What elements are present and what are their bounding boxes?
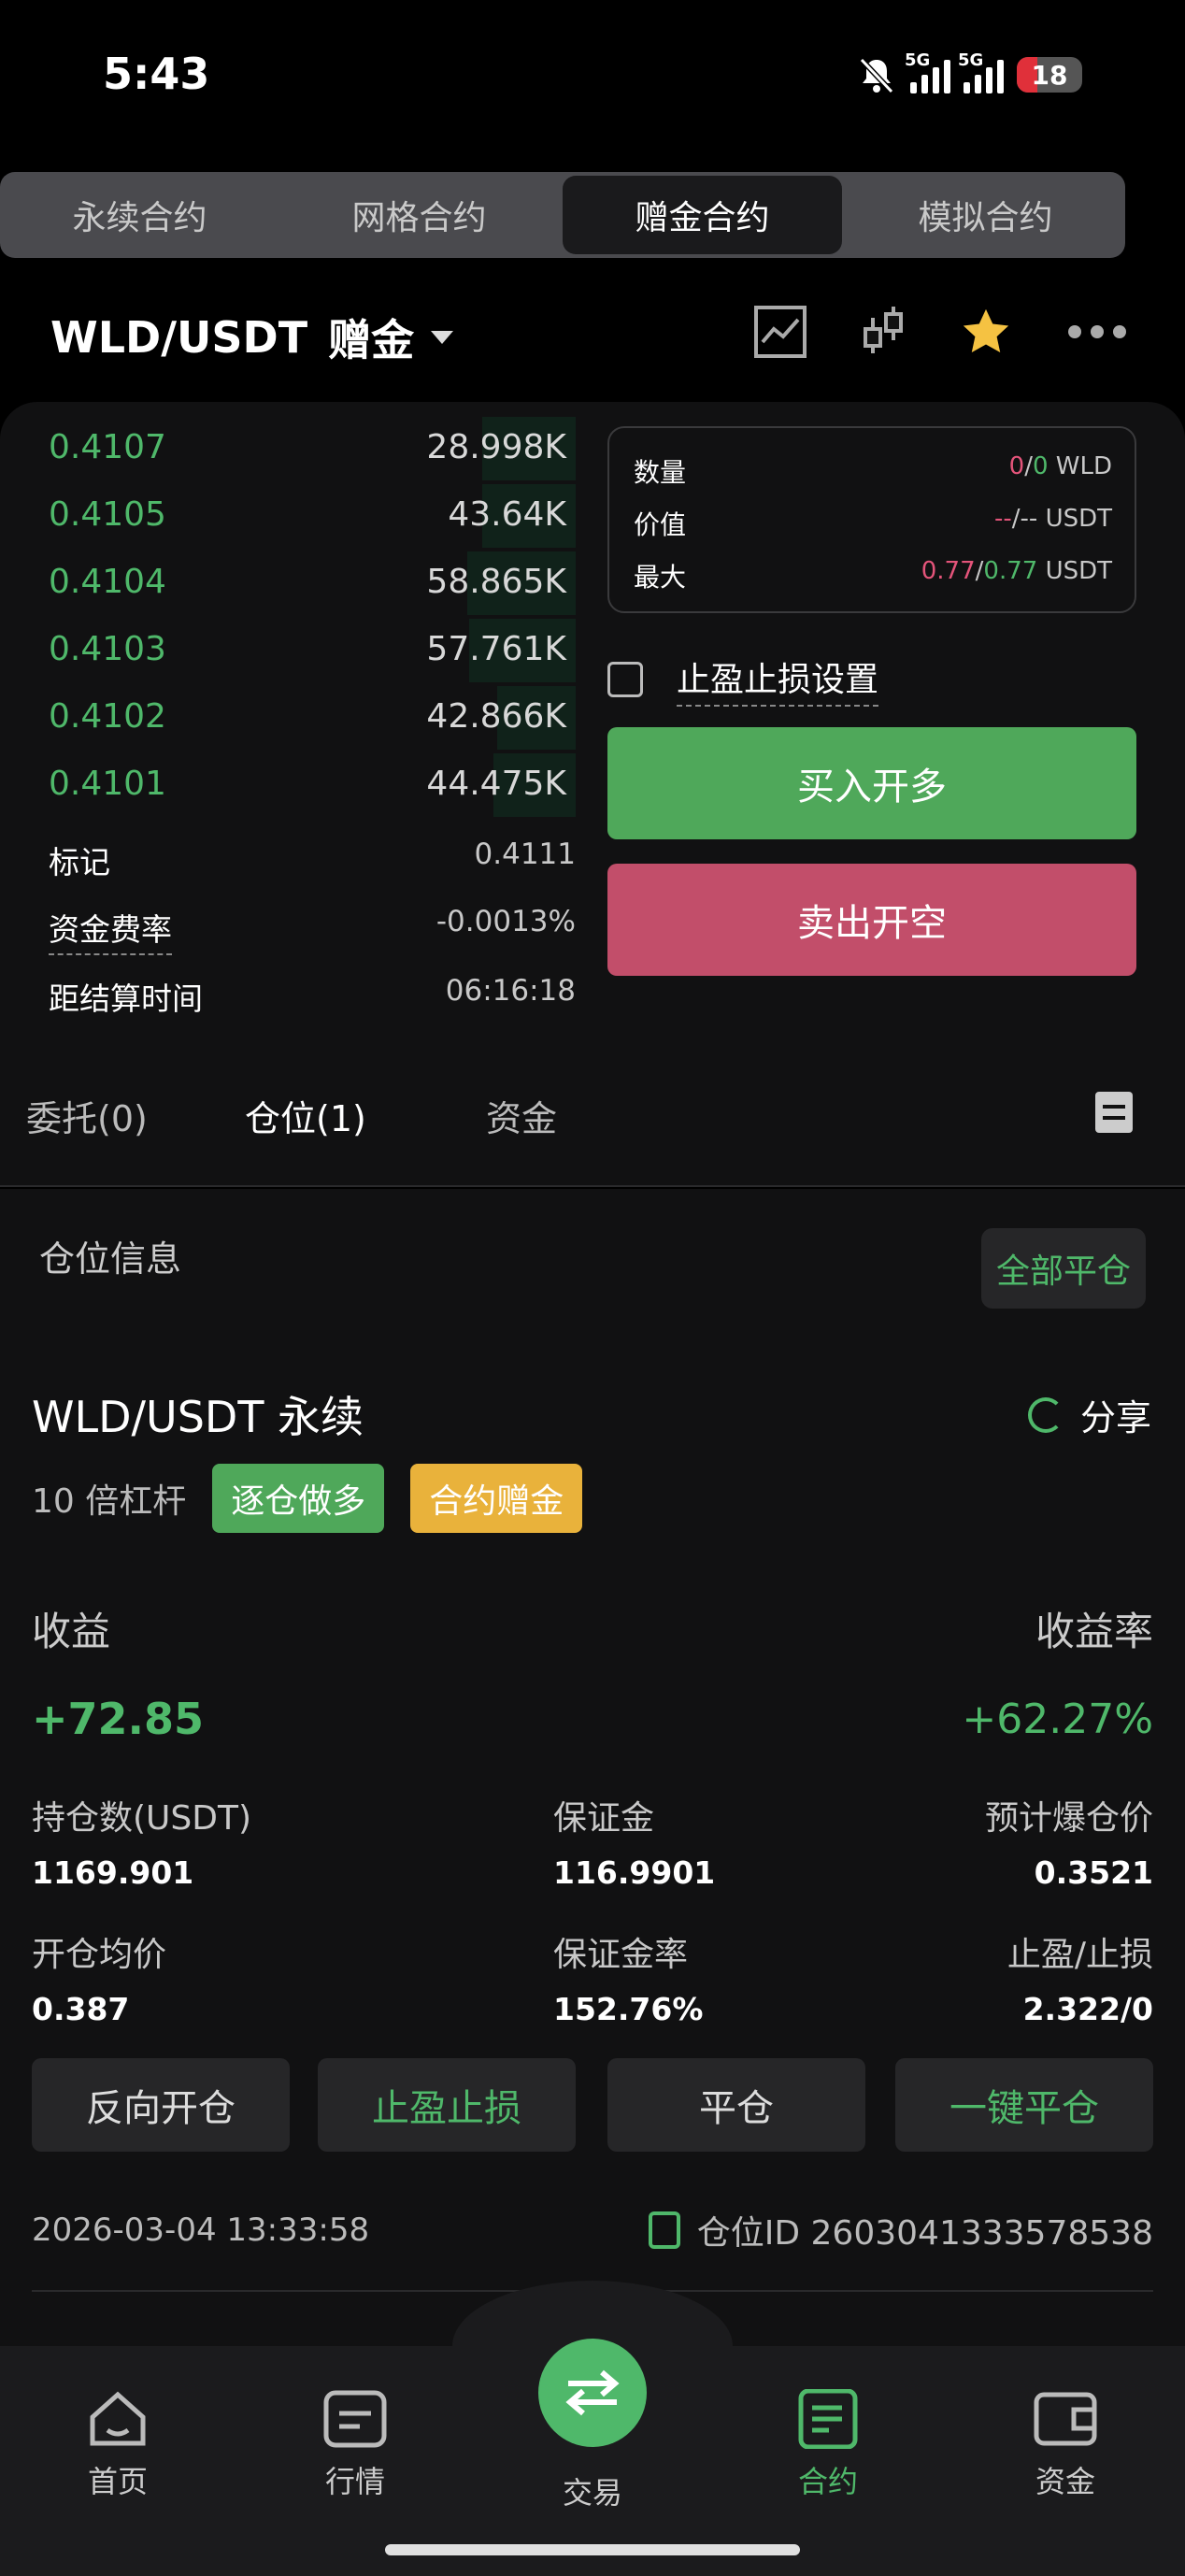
- settle-time-row: 距结算时间 06:16:18: [49, 974, 576, 1017]
- wallet-icon: [1034, 2392, 1097, 2446]
- more-icon[interactable]: [1065, 322, 1129, 341]
- position-name: WLD/USDT 永续: [32, 1392, 364, 1442]
- margin-rate-value: 152.76%: [553, 1991, 704, 2027]
- orderbook-row[interactable]: 0.4102 42.866K: [0, 684, 576, 751]
- entry-price-label: 开仓均价: [32, 1936, 167, 1974]
- tab-orders[interactable]: 委托(0): [26, 1090, 148, 1141]
- nav-trade-label[interactable]: 交易: [523, 2469, 662, 2512]
- position-tabs: 委托(0) 仓位(1) 资金: [0, 1019, 1185, 1187]
- reverse-open-button[interactable]: 反向开仓: [32, 2058, 290, 2152]
- swap-arrows-icon: [565, 2369, 620, 2416]
- orderbook-row[interactable]: 0.4103 57.761K: [0, 617, 576, 684]
- size-value: 1169.901: [32, 1854, 194, 1891]
- list-icon[interactable]: [1095, 1092, 1133, 1133]
- liq-price-label: 预计爆仓价: [984, 1799, 1153, 1838]
- orderbook-row[interactable]: 0.4107 28.998K: [0, 415, 576, 482]
- pnl-label: 收益: [32, 1609, 111, 1654]
- buy-long-button[interactable]: 买入开多: [607, 727, 1136, 839]
- tab-bonus[interactable]: 赠金合约: [563, 176, 842, 254]
- one-click-close-button[interactable]: 一键平仓: [895, 2058, 1153, 2152]
- contract-type-tabs: 永续合约 网格合约 赠金合约 模拟合约: [0, 172, 1125, 258]
- pair-selector[interactable]: WLD/USDT 赠金: [50, 307, 454, 368]
- order-summary-box: 数量 0/0 WLD 价值 --/-- USDT 最大 0.77/0.77 US…: [607, 426, 1136, 613]
- nav-home[interactable]: 首页: [52, 2389, 183, 2501]
- status-icons: 5G 5G 18: [856, 50, 1082, 95]
- tab-funds[interactable]: 资金: [486, 1090, 557, 1141]
- candlestick-icon[interactable]: [860, 305, 907, 359]
- orderbook-row[interactable]: 0.4104 58.865K: [0, 550, 576, 617]
- tpsl-value: 2.322/0: [1022, 1991, 1153, 2027]
- battery-icon: 18: [1017, 57, 1082, 93]
- caret-down-icon: [431, 331, 454, 344]
- position-time: 2026-03-04 13:33:58: [32, 2211, 370, 2249]
- close-position-button[interactable]: 平仓: [607, 2058, 865, 2152]
- margin-rate-label: 保证金率: [553, 1936, 689, 1974]
- margin-value: 116.9901: [553, 1854, 716, 1891]
- market-icon: [323, 2390, 387, 2448]
- contract-icon: [798, 2389, 858, 2449]
- pair-symbol: WLD/USDT: [50, 312, 308, 363]
- mark-price-row: 标记 0.4111: [49, 837, 576, 880]
- star-favorite-icon[interactable]: [959, 305, 1013, 359]
- sell-short-button[interactable]: 卖出开空: [607, 864, 1136, 976]
- share-button[interactable]: 分享: [1027, 1389, 1151, 1440]
- signal-1-icon: 5G: [905, 50, 950, 93]
- status-time: 5:43: [103, 49, 210, 99]
- tab-demo[interactable]: 模拟合约: [846, 172, 1125, 258]
- home-icon: [90, 2391, 146, 2446]
- tpsl-setting-label: 止盈止损设置: [677, 652, 879, 707]
- funding-rate-row[interactable]: 资金费率 -0.0013%: [49, 905, 576, 955]
- tpsl-checkbox[interactable]: [607, 662, 643, 697]
- close-all-button[interactable]: 全部平仓: [981, 1228, 1146, 1309]
- trade-fab-button[interactable]: [538, 2339, 647, 2447]
- orderbook-row[interactable]: 0.4105 43.64K: [0, 482, 576, 550]
- copy-icon: [648, 2211, 680, 2249]
- leverage-row: 10 倍杠杆 逐仓做多 合约赠金: [32, 1464, 583, 1533]
- tpsl-setting[interactable]: 止盈止损设置: [607, 652, 879, 707]
- position-card: [0, 1189, 1185, 2348]
- tab-grid[interactable]: 网格合约: [279, 172, 559, 258]
- nav-assets[interactable]: 资金: [1000, 2389, 1131, 2501]
- tpsl-button[interactable]: 止盈止损: [318, 2058, 576, 2152]
- mode-badge: 逐仓做多: [212, 1464, 385, 1533]
- section-title: 仓位信息: [39, 1238, 182, 1280]
- entry-price-value: 0.387: [32, 1991, 130, 2027]
- margin-label: 保证金: [553, 1799, 655, 1838]
- tab-positions[interactable]: 仓位(1): [245, 1090, 366, 1141]
- tab-perpetual[interactable]: 永续合约: [0, 172, 279, 258]
- nav-market[interactable]: 行情: [290, 2389, 421, 2501]
- pnl-rate-value: +62.27%: [962, 1696, 1153, 1743]
- tpsl-label: 止盈/止损: [1007, 1936, 1153, 1974]
- bonus-badge: 合约赠金: [410, 1464, 583, 1533]
- pair-mode: 赠金: [328, 315, 415, 365]
- header-actions: [753, 305, 1129, 359]
- leverage-label: 10 倍杠杆: [32, 1482, 187, 1521]
- home-indicator: [385, 2544, 800, 2555]
- pnl-rate-label: 收益率: [1035, 1609, 1153, 1654]
- share-icon: [1027, 1396, 1064, 1433]
- nav-contract[interactable]: 合约: [763, 2389, 893, 2501]
- signal-2-icon: 5G: [958, 50, 1004, 93]
- chart-icon[interactable]: [753, 305, 807, 359]
- pnl-value: +72.85: [32, 1694, 205, 1744]
- size-label: 持仓数(USDT): [32, 1799, 252, 1838]
- position-id[interactable]: 仓位ID 2603041333578538: [648, 2206, 1153, 2254]
- liq-price-value: 0.3521: [1034, 1854, 1153, 1891]
- mute-bell-icon: [859, 57, 894, 94]
- orderbook-row[interactable]: 0.4101 44.475K: [0, 751, 576, 819]
